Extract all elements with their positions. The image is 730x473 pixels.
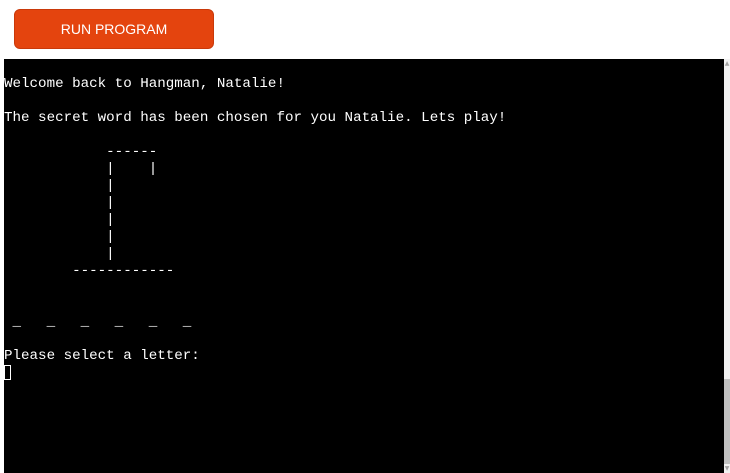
terminal-output[interactable]: Welcome back to Hangman, Natalie! The se…: [4, 59, 724, 473]
text-cursor-icon: [4, 365, 11, 380]
hangman-gallows-line: |: [4, 246, 115, 262]
input-line[interactable]: [4, 365, 506, 382]
scroll-down-arrow-icon[interactable]: ▼: [724, 464, 730, 473]
secret-word-blanks: _ _ _ _ _ _: [4, 314, 192, 330]
hangman-gallows-line: |: [4, 212, 115, 228]
scroll-up-arrow-icon[interactable]: ▲: [724, 59, 730, 68]
hangman-gallows-base: ------------: [4, 263, 175, 279]
terminal-lines: Welcome back to Hangman, Natalie! The se…: [4, 76, 506, 382]
run-program-button[interactable]: RUN PROGRAM: [14, 9, 214, 49]
terminal-line: The secret word has been chosen for you …: [4, 110, 507, 126]
app-root: RUN PROGRAM Welcome back to Hangman, Nat…: [0, 0, 730, 473]
terminal-line: Welcome back to Hangman, Natalie!: [4, 76, 285, 92]
hangman-gallows-line: ------: [4, 144, 158, 160]
letter-prompt: Please select a letter:: [4, 348, 200, 364]
hangman-gallows-line: |: [4, 178, 115, 194]
hangman-gallows-line: |: [4, 195, 115, 211]
hangman-gallows-line: | |: [4, 161, 158, 177]
scrollbar-thumb[interactable]: [724, 379, 730, 464]
hangman-gallows-line: |: [4, 229, 115, 245]
terminal-scrollbar[interactable]: ▲ ▼: [724, 59, 730, 473]
